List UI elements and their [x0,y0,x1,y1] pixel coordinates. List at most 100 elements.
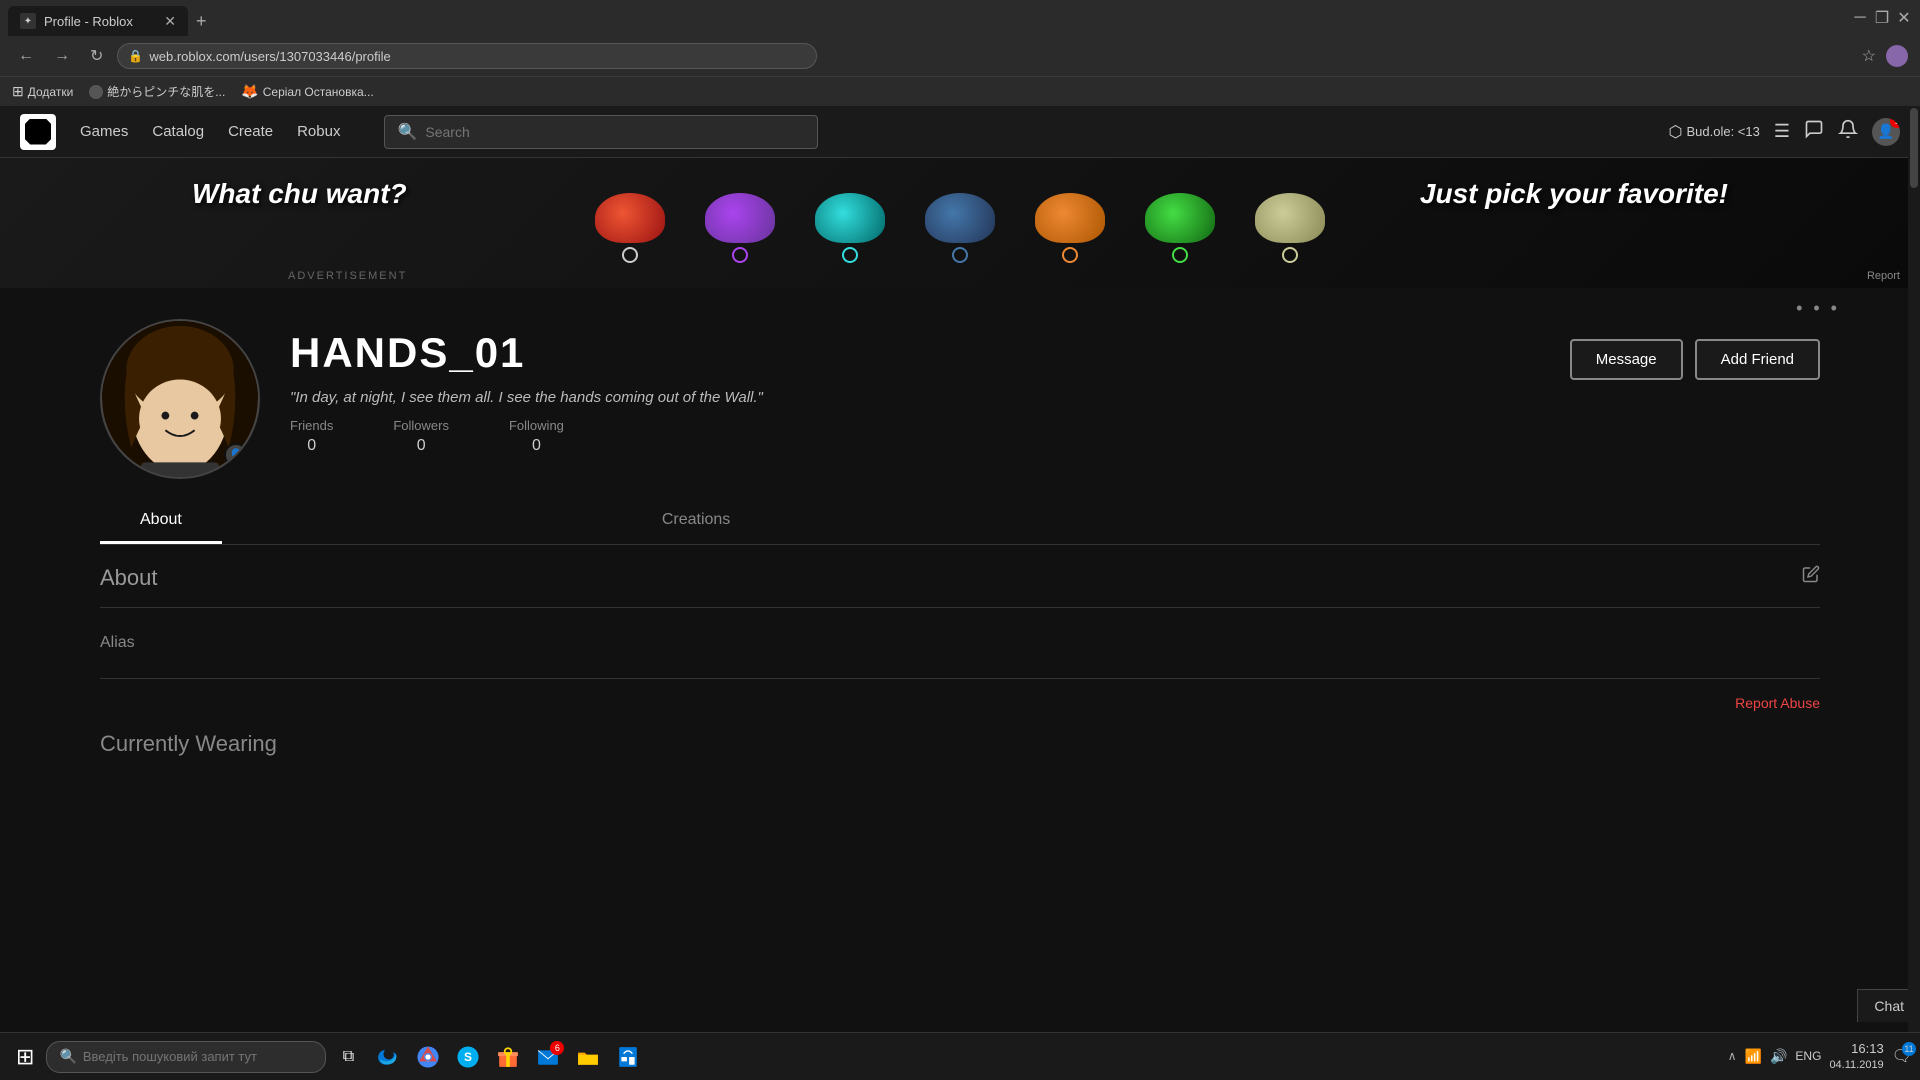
ad-banner: What chu want? Just pick your favorite! [0,158,1920,288]
ad-item-2[interactable] [705,193,775,263]
network-icon[interactable]: 📶 [1745,1048,1762,1065]
taskbar-search[interactable]: 🔍 [46,1041,326,1073]
ad-item-7[interactable] [1255,193,1325,263]
mail-taskbar[interactable]: 6 [530,1039,566,1075]
new-tab-button[interactable]: + [188,11,215,32]
chat-nav-icon[interactable] [1804,119,1824,144]
roblox-logo[interactable] [20,114,56,150]
following-stat[interactable]: Following 0 [509,418,564,455]
back-button[interactable]: ← [12,43,40,69]
gift-taskbar[interactable] [490,1039,526,1075]
language-indicator[interactable]: ENG [1795,1049,1821,1063]
title-bar: ✦ Profile - Roblox ✕ + ─ ❐ ✕ [0,0,1920,36]
alias-label: Alias [100,624,1820,662]
ad-item-5[interactable] [1035,193,1105,263]
start-button[interactable]: ⊞ [8,1040,42,1074]
nav-games[interactable]: Games [80,123,128,140]
ad-radio-4[interactable] [952,247,968,263]
ad-radio-3[interactable] [842,247,858,263]
bookmark-serial[interactable]: 🦊 Серіал Остановка... [241,83,373,100]
clock-widget[interactable]: 16:13 04.11.2019 [1829,1040,1883,1074]
apps-grid-icon: ⊞ [12,83,24,100]
bookmark-apps[interactable]: ⊞ Додатки [12,83,73,100]
ad-item-4[interactable] [925,193,995,263]
friends-value: 0 [290,437,333,455]
close-window-button[interactable]: ✕ [1896,10,1912,26]
profile-page: • • • [0,288,1920,1032]
options-dots-icon[interactable]: • • • [1796,298,1840,319]
chrome-taskbar[interactable] [410,1039,446,1075]
nav-right: ☆ [1862,45,1908,67]
nav-bar: ← → ↻ 🔒 web.roblox.com/users/1307033446/… [0,36,1920,76]
ad-hat-items [595,193,1325,263]
robux-badge[interactable]: ⬡ Bud.ole: <13 [1669,122,1760,142]
options-area: • • • [0,288,1920,319]
browser-avatar[interactable] [1886,45,1908,67]
bookmark-favicon-1 [89,85,103,99]
ad-radio-5[interactable] [1062,247,1078,263]
ad-item-6[interactable] [1145,193,1215,263]
notification-center-icon[interactable]: 🗨 11 [1892,1046,1912,1066]
ad-report-link[interactable]: Report [1867,270,1900,282]
bookmark-japanese[interactable]: 絶からピンチな肌を... [89,83,225,100]
following-label: Following [509,418,564,433]
store-taskbar[interactable] [610,1039,646,1075]
skype-taskbar[interactable]: S [450,1039,486,1075]
taskbar-search-input[interactable] [83,1049,303,1064]
tab-about[interactable]: About [100,499,222,544]
nav-robux[interactable]: Robux [297,123,340,140]
star-icon[interactable]: ☆ [1862,46,1876,66]
friends-label: Friends [290,418,333,433]
nav-catalog[interactable]: Catalog [152,123,204,140]
browser-chrome: ✦ Profile - Roblox ✕ + ─ ❐ ✕ ← → ↻ 🔒 web… [0,0,1920,106]
friends-stat[interactable]: Friends 0 [290,418,333,455]
ad-radio-6[interactable] [1172,247,1188,263]
nav-create[interactable]: Create [228,123,273,140]
content-area: About Alias Report Abuse Currently Weari… [0,545,1920,777]
tab-creations[interactable]: Creations [622,499,770,544]
divider-2 [100,678,1820,679]
edge-browser-taskbar[interactable] [370,1039,406,1075]
bell-icon[interactable] [1838,119,1858,144]
scrollbar[interactable] [1908,288,1920,1032]
bookmark-serial-label: Серіал Остановка... [263,85,374,99]
tab-close-button[interactable]: ✕ [164,13,176,30]
bookmark-japanese-label: 絶からピンチな肌を... [107,83,225,100]
svg-text:S: S [464,1049,472,1063]
followers-stat[interactable]: Followers 0 [393,418,449,455]
ad-radio-7[interactable] [1282,247,1298,263]
ad-text-left-area: What chu want? [192,178,407,210]
tab-title: Profile - Roblox [44,14,133,29]
add-friend-button[interactable]: Add Friend [1695,339,1820,380]
ad-radio-1[interactable] [622,247,638,263]
restore-button[interactable]: ❐ [1874,10,1890,26]
taskbar-search-icon: 🔍 [59,1048,76,1065]
explorer-taskbar[interactable] [570,1039,606,1075]
browser-tab[interactable]: ✦ Profile - Roblox ✕ [8,6,188,36]
notification-badge: 1 [1890,118,1900,128]
taskbar-right: ∧ 📶 🔊 ENG 16:13 04.11.2019 🗨 11 [1728,1040,1912,1074]
minimize-button[interactable]: ─ [1852,10,1868,26]
time-display: 16:13 [1829,1040,1883,1058]
volume-icon[interactable]: 🔊 [1770,1048,1787,1065]
roblox-user-avatar[interactable]: 👤 1 [1872,118,1900,146]
user-avatar-frame: 👤 [100,319,260,479]
forward-button[interactable]: → [48,43,76,69]
ad-radio-2[interactable] [732,247,748,263]
ad-item-1[interactable] [595,193,665,263]
ad-item-3[interactable] [815,193,885,263]
divider-1 [100,607,1820,608]
report-abuse-link[interactable]: Report Abuse [100,695,1820,711]
profile-header: 👤 HANDS_01 "In day, at night, I see them… [0,319,1920,479]
search-input[interactable] [425,124,805,140]
search-bar[interactable]: 🔍 [384,115,818,149]
profile-tabs: About Creations [100,499,1820,545]
profile-stats: Friends 0 Followers 0 Following 0 [290,418,1540,455]
task-view-button[interactable]: ⧉ [330,1039,366,1075]
address-bar[interactable]: 🔒 web.roblox.com/users/1307033446/profil… [117,43,817,69]
tray-expand-icon[interactable]: ∧ [1728,1049,1737,1063]
edit-icon[interactable] [1802,565,1820,588]
message-button[interactable]: Message [1570,339,1683,380]
hamburger-icon[interactable]: ☰ [1774,121,1790,142]
refresh-button[interactable]: ↻ [84,42,109,70]
